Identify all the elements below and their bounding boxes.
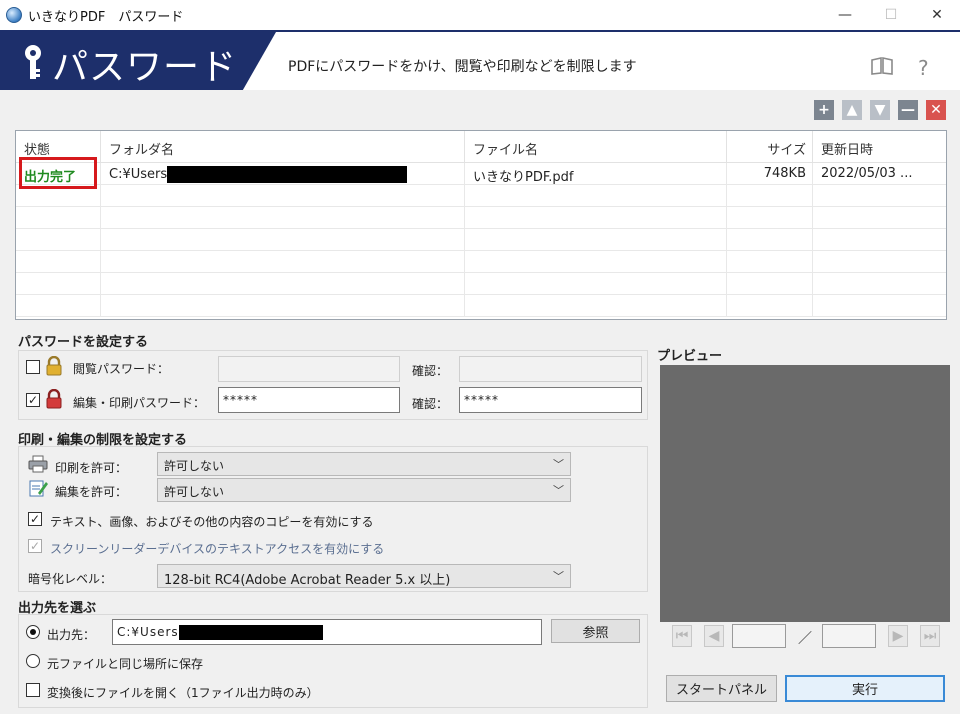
copy-content-label: テキスト、画像、およびその他の内容のコピーを有効にする xyxy=(50,515,374,529)
run-button[interactable]: 実行 xyxy=(785,675,945,702)
page-title: パスワード xyxy=(52,47,238,88)
status-highlight-box xyxy=(19,157,97,189)
edit-password-input[interactable]: ***** xyxy=(218,387,400,413)
print-permission-value: 許可しない xyxy=(164,459,225,473)
password-group: 閲覧パスワード： 確認： ✓ 編集・印刷パスワード： ***** 確認： ***… xyxy=(18,350,648,420)
page-description: PDFにパスワードをかけ、閲覧や印刷などを制限します xyxy=(288,59,637,75)
key-icon xyxy=(25,45,41,79)
print-permission-select[interactable]: 許可しない ﹀ xyxy=(157,452,571,476)
close-button[interactable]: ✕ xyxy=(914,0,960,30)
edit-password-checkbox[interactable]: ✓ xyxy=(26,393,40,407)
print-permission-label: 印刷を許可： xyxy=(55,461,128,475)
clear-list-button[interactable]: ✕ xyxy=(926,100,946,120)
edit-permission-select[interactable]: 許可しない ﹀ xyxy=(157,478,571,502)
current-page-input[interactable] xyxy=(732,624,786,648)
first-page-icon[interactable]: ⏮ xyxy=(672,625,692,647)
redaction-bar xyxy=(178,625,323,640)
password-section-title: パスワードを設定する xyxy=(18,335,149,350)
move-up-button[interactable]: ▲ xyxy=(842,100,862,120)
lock-red-icon xyxy=(46,389,62,409)
edit-password-label: 編集・印刷パスワード： xyxy=(73,396,206,410)
encrypt-level-label: 暗号化レベル： xyxy=(28,572,113,586)
chevron-down-icon: ﹀ xyxy=(553,484,564,497)
edit-permission-label: 編集を許可： xyxy=(55,485,128,499)
open-after-checkbox[interactable] xyxy=(26,683,40,697)
table-row xyxy=(16,251,946,273)
window-controls: — ☐ ✕ xyxy=(822,0,960,30)
last-page-icon[interactable]: ⏭ xyxy=(920,625,940,647)
start-panel-button[interactable]: スタートパネル xyxy=(666,675,777,702)
add-file-button[interactable]: + xyxy=(814,100,834,120)
preview-area xyxy=(660,365,950,622)
book-icon[interactable] xyxy=(870,56,894,76)
chevron-down-icon: ﹀ xyxy=(553,458,564,471)
page-separator: ／ xyxy=(798,631,812,647)
column-date[interactable]: 更新日時 xyxy=(813,131,946,163)
output-dest-radio[interactable] xyxy=(26,625,40,639)
table-header: 状態 フォルダ名 ファイル名 サイズ 更新日時 xyxy=(16,131,946,163)
lock-icon xyxy=(46,356,62,376)
view-confirm-label: 確認： xyxy=(412,364,449,378)
printer-icon xyxy=(28,455,48,473)
column-folder[interactable]: フォルダ名 xyxy=(101,131,465,163)
output-dest-label: 出力先： xyxy=(47,628,96,642)
app-icon xyxy=(6,7,22,23)
same-place-label: 元ファイルと同じ場所に保存 xyxy=(47,657,204,671)
column-file[interactable]: ファイル名 xyxy=(465,131,727,163)
redaction-bar xyxy=(167,166,408,183)
row-folder-text: C:¥Users xyxy=(109,167,168,182)
screen-reader-label: スクリーンリーダーデバイスのテキストアクセスを有効にする xyxy=(50,542,385,556)
table-row xyxy=(16,295,946,317)
minimize-button[interactable]: — xyxy=(822,0,868,30)
move-down-button[interactable]: ▼ xyxy=(870,100,890,120)
list-toolbar: + ▲ ▼ — ✕ xyxy=(814,100,946,120)
output-dest-input[interactable]: C:¥Users xyxy=(112,619,542,645)
open-after-label: 変換後にファイルを開く（1ファイル出力時のみ） xyxy=(47,686,319,700)
view-confirm-input[interactable] xyxy=(459,356,642,382)
row-folder: C:¥Users xyxy=(101,163,465,184)
output-group: 出力先： C:¥Users 参照 元ファイルと同じ場所に保存 変換後にファイルを… xyxy=(18,614,648,708)
browse-button[interactable]: 参照 xyxy=(551,619,640,643)
encrypt-level-value: 128-bit RC4(Adobe Acrobat Reader 5.x 以上) xyxy=(164,573,451,588)
file-list-table[interactable]: 状態 フォルダ名 ファイル名 サイズ 更新日時 出力完了 C:¥Users いき… xyxy=(15,130,947,320)
edit-confirm-input[interactable]: ***** xyxy=(459,387,642,413)
table-row xyxy=(16,273,946,295)
edit-document-icon xyxy=(29,480,48,497)
row-file: いきなりPDF.pdf xyxy=(465,163,727,184)
column-size[interactable]: サイズ xyxy=(727,131,813,163)
view-password-label: 閲覧パスワード： xyxy=(73,362,170,376)
table-row xyxy=(16,207,946,229)
edit-permission-value: 許可しない xyxy=(164,485,225,499)
total-pages-field xyxy=(822,624,876,648)
header-banner: パスワード PDFにパスワードをかけ、閲覧や印刷などを制限します ? xyxy=(0,30,960,90)
copy-content-checkbox[interactable]: ✓ xyxy=(28,512,42,526)
chevron-down-icon: ﹀ xyxy=(553,570,564,583)
view-password-input[interactable] xyxy=(218,356,400,382)
remove-file-button[interactable]: — xyxy=(898,100,918,120)
encrypt-level-select[interactable]: 128-bit RC4(Adobe Acrobat Reader 5.x 以上)… xyxy=(157,564,571,588)
restrict-group: 印刷を許可： 許可しない ﹀ 編集を許可： 許可しない ﹀ ✓ テキスト、画像、およ… xyxy=(18,446,648,592)
maximize-button[interactable]: ☐ xyxy=(868,0,914,30)
view-password-checkbox[interactable] xyxy=(26,360,40,374)
title-bar: いきなりPDF パスワード — ☐ ✕ xyxy=(0,0,960,30)
prev-page-icon[interactable]: ◀ xyxy=(704,625,724,647)
edit-confirm-label: 確認： xyxy=(412,397,449,411)
preview-title: プレビュー xyxy=(657,349,723,364)
help-icon[interactable]: ? xyxy=(918,56,929,80)
next-page-icon[interactable]: ▶ xyxy=(888,625,908,647)
output-dest-value: C:¥Users xyxy=(117,625,179,639)
row-date: 2022/05/03 ... xyxy=(821,166,913,181)
screen-reader-checkbox[interactable]: ✓ xyxy=(28,539,42,553)
window-title: いきなりPDF パスワード xyxy=(28,9,184,25)
same-place-radio[interactable] xyxy=(26,654,40,668)
row-size: 748KB xyxy=(727,163,813,184)
table-row xyxy=(16,185,946,207)
table-row xyxy=(16,229,946,251)
table-row[interactable]: 出力完了 C:¥Users いきなりPDF.pdf 748KB 2022/05/… xyxy=(16,163,946,185)
